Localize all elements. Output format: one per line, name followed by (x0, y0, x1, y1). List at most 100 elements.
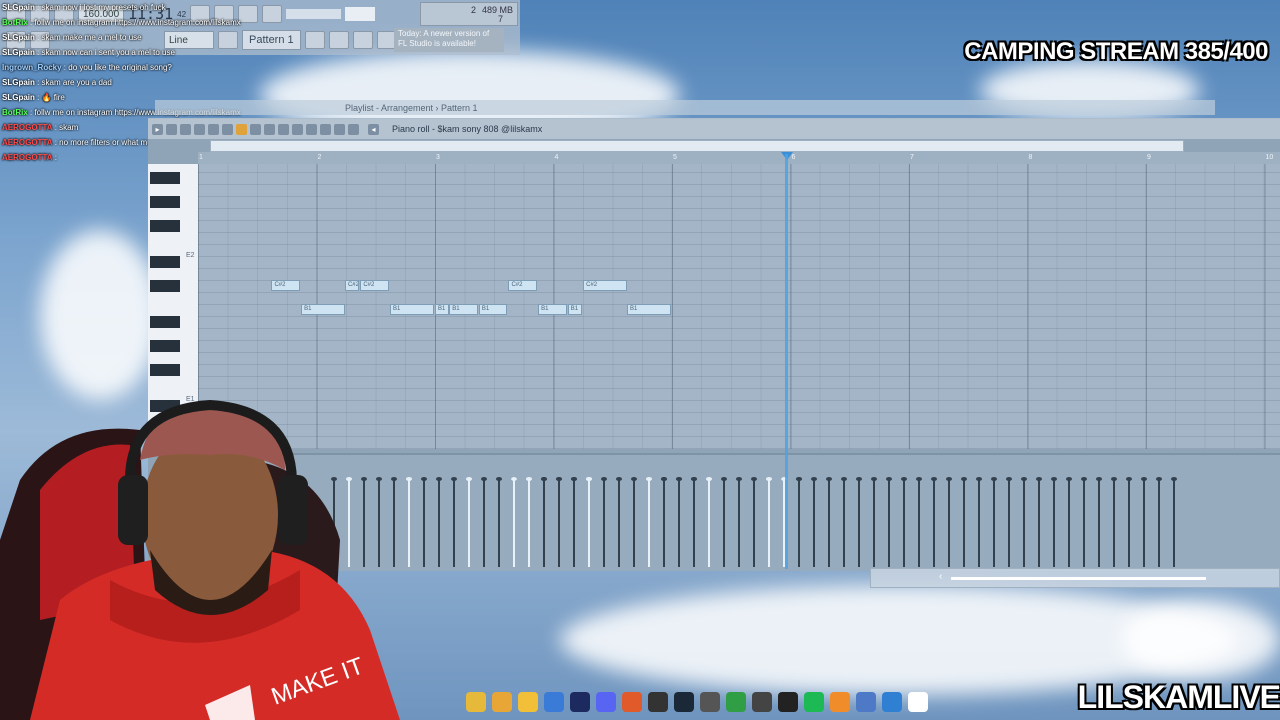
speaker-icon[interactable]: ◂ (368, 123, 379, 135)
scroll-thumb[interactable] (951, 577, 1206, 580)
note-block[interactable]: C#2 (360, 280, 389, 291)
android-icon[interactable] (726, 692, 746, 712)
paint-icon[interactable] (250, 123, 261, 135)
velocity-stem[interactable] (841, 477, 847, 567)
note-block[interactable]: C#2 (271, 280, 300, 291)
note-block[interactable]: B1 (478, 304, 508, 315)
notes-icon[interactable] (856, 692, 876, 712)
step-button[interactable] (304, 31, 325, 49)
slide-button[interactable] (328, 31, 349, 49)
black-key[interactable] (150, 280, 180, 292)
velocity-stem[interactable] (856, 477, 862, 567)
velocity-stem[interactable] (631, 477, 637, 567)
velocity-stem[interactable] (736, 477, 742, 567)
folder-icon[interactable] (466, 692, 486, 712)
velocity-stem[interactable] (496, 477, 502, 567)
alt-button[interactable] (352, 31, 373, 49)
file-icon[interactable] (908, 692, 928, 712)
velocity-stem[interactable] (961, 477, 967, 567)
velocity-stem[interactable] (826, 477, 832, 567)
hint-bar[interactable]: Today: A newer version of FL Studio is a… (394, 28, 504, 52)
velocity-stem[interactable] (1021, 477, 1027, 567)
window-icon[interactable] (882, 692, 902, 712)
black-key[interactable] (150, 340, 180, 352)
brave-icon[interactable] (622, 692, 642, 712)
timeline-ruler[interactable]: 1 2 3 4 5 6 7 8 9 10 (198, 152, 1280, 164)
slip-icon[interactable] (292, 123, 303, 135)
velocity-stem[interactable] (886, 477, 892, 567)
velocity-stem[interactable] (1081, 477, 1087, 567)
velocity-stem[interactable] (1171, 477, 1177, 567)
velocity-stem[interactable] (586, 477, 592, 567)
velocity-stem[interactable] (706, 477, 712, 567)
wrench-icon[interactable] (166, 123, 177, 135)
note-block[interactable]: C#2 (508, 280, 537, 291)
note-block[interactable]: B1 (449, 304, 478, 315)
velocity-stem[interactable] (691, 477, 697, 567)
fl-studio-icon[interactable] (830, 692, 850, 712)
chrome-icon[interactable] (492, 692, 512, 712)
velocity-stem[interactable] (601, 477, 607, 567)
capcut-icon[interactable] (778, 692, 798, 712)
note-block[interactable]: B1 (538, 304, 567, 315)
velocity-stem[interactable] (481, 477, 487, 567)
obs-icon[interactable] (648, 692, 668, 712)
photoshop-icon[interactable] (570, 692, 590, 712)
black-key[interactable] (150, 196, 180, 208)
note-block[interactable]: B1 (626, 304, 671, 315)
velocity-stem[interactable] (1036, 477, 1042, 567)
master-volume[interactable] (345, 7, 376, 21)
velocity-stem[interactable] (571, 477, 577, 567)
velocity-stem[interactable] (946, 477, 952, 567)
note-block[interactable]: B1 (567, 304, 582, 315)
velocity-stem[interactable] (556, 477, 562, 567)
undo-icon[interactable] (222, 123, 233, 135)
steam-icon[interactable] (674, 692, 694, 712)
black-key[interactable] (150, 172, 180, 184)
keyboard-icon[interactable] (700, 692, 720, 712)
menu-arrow-icon[interactable]: ▸ (152, 123, 163, 135)
discord-icon[interactable] (596, 692, 616, 712)
magnet-icon[interactable] (180, 123, 191, 135)
note-block[interactable]: C#2 (344, 280, 360, 291)
velocity-stem[interactable] (1096, 477, 1102, 567)
velocity-stem[interactable] (1051, 477, 1057, 567)
black-key[interactable] (150, 256, 180, 268)
mute-icon[interactable] (278, 123, 289, 135)
velocity-stem[interactable] (991, 477, 997, 567)
velocity-stem[interactable] (1141, 477, 1147, 567)
zoom-icon[interactable] (334, 123, 345, 135)
velocity-stem[interactable] (751, 477, 757, 567)
velocity-stem[interactable] (1126, 477, 1132, 567)
delete-icon[interactable] (264, 123, 275, 135)
note-block[interactable]: B1 (435, 304, 450, 315)
horizontal-scrollbar[interactable]: ‹ (870, 568, 1280, 588)
note-block[interactable]: B1 (389, 304, 434, 315)
store-icon[interactable] (544, 692, 564, 712)
playlist-titlebar[interactable]: Playlist - Arrangement › Pattern 1 (155, 100, 1215, 115)
slice-icon[interactable] (306, 123, 317, 135)
velocity-stem[interactable] (976, 477, 982, 567)
select-icon[interactable] (320, 123, 331, 135)
velocity-stem[interactable] (916, 477, 922, 567)
velocity-stem[interactable] (1111, 477, 1117, 567)
velocity-stem[interactable] (616, 477, 622, 567)
velocity-stem[interactable] (931, 477, 937, 567)
black-key[interactable] (150, 316, 180, 328)
velocity-stem[interactable] (901, 477, 907, 567)
velocity-stem[interactable] (541, 477, 547, 567)
velocity-stem[interactable] (1006, 477, 1012, 567)
black-key[interactable] (150, 220, 180, 232)
pencil-icon[interactable] (236, 123, 247, 135)
record-icon[interactable] (208, 123, 219, 135)
note-block[interactable]: C#2 (583, 280, 627, 291)
black-key[interactable] (150, 364, 180, 376)
velocity-stem[interactable] (676, 477, 682, 567)
velocity-stem[interactable] (721, 477, 727, 567)
velocity-stem[interactable] (1156, 477, 1162, 567)
velocity-stem[interactable] (526, 477, 532, 567)
velocity-stem[interactable] (871, 477, 877, 567)
note-block[interactable]: B1 (301, 304, 345, 315)
files-icon[interactable] (518, 692, 538, 712)
velocity-stem[interactable] (766, 477, 772, 567)
